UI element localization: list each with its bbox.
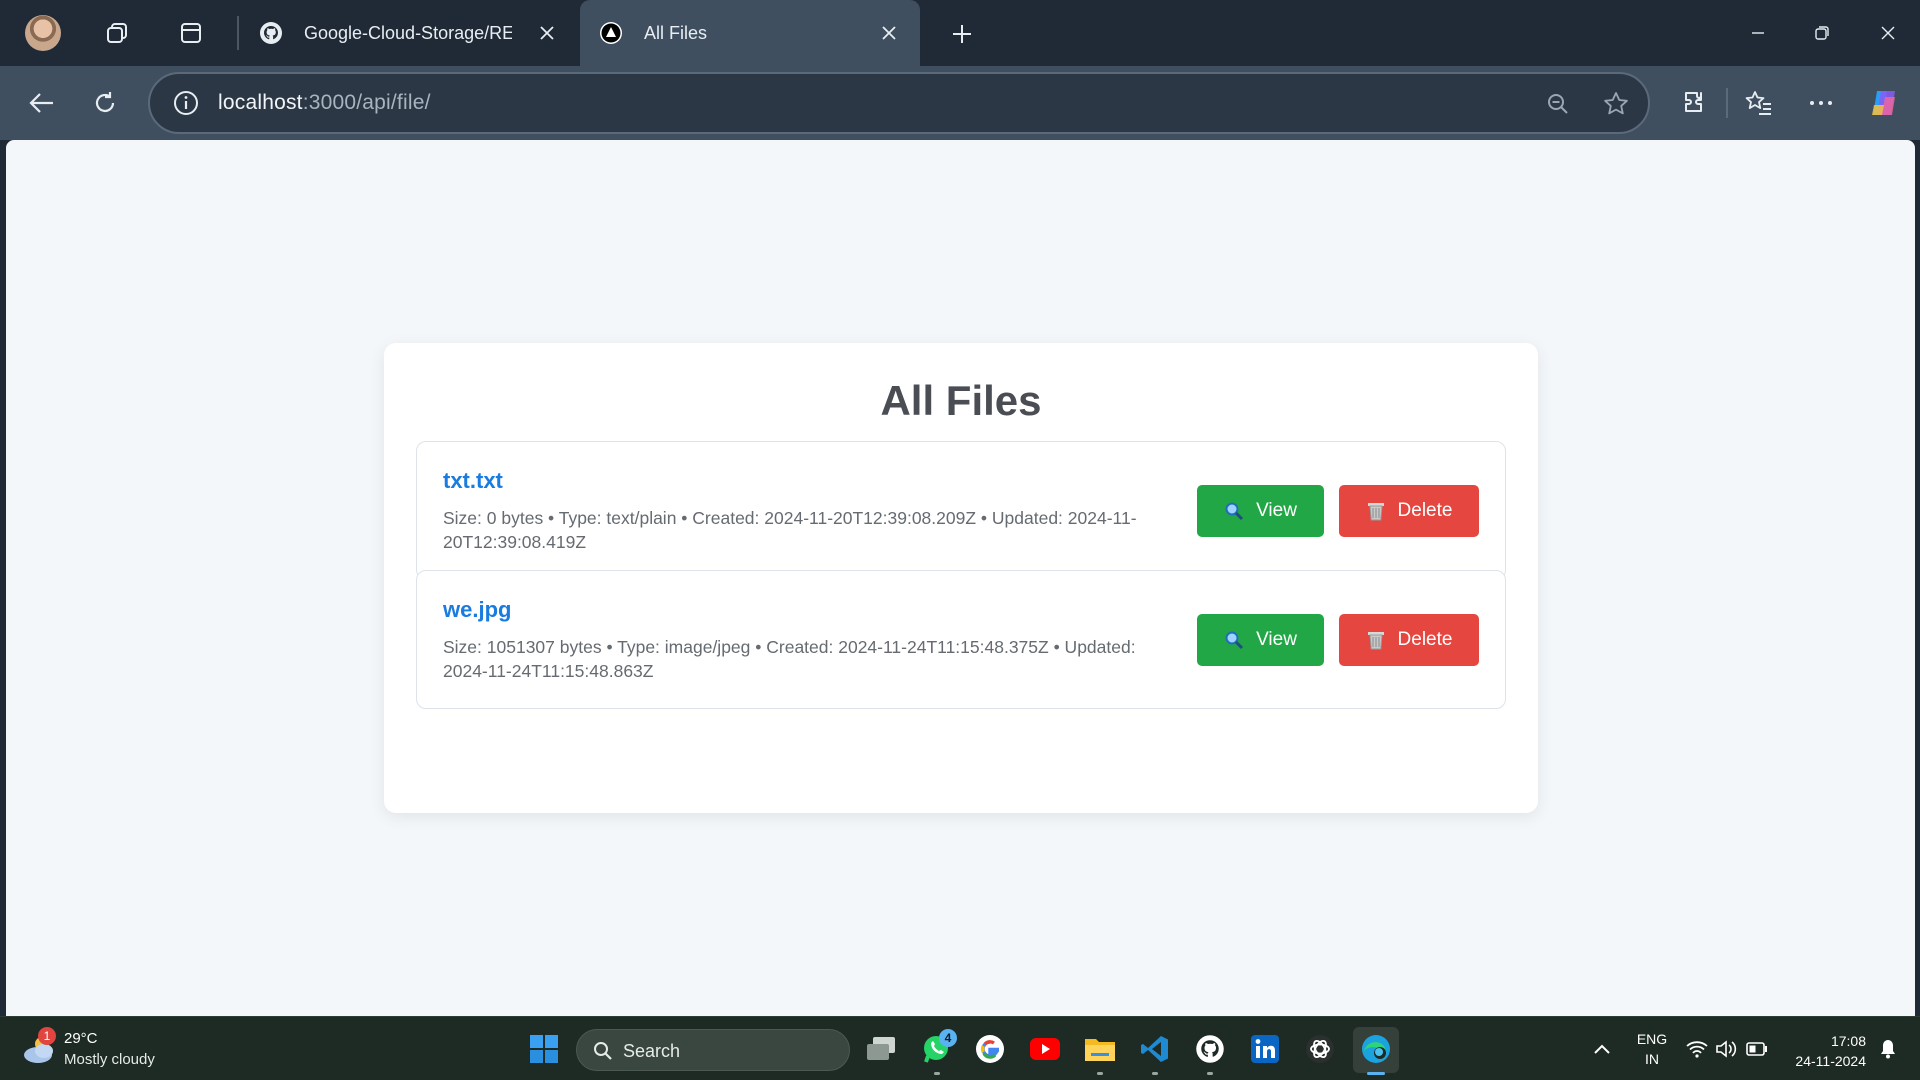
close-tab-icon[interactable] bbox=[536, 22, 558, 44]
wastebasket-icon bbox=[1366, 501, 1386, 521]
file-meta: Size: 0 bytes • Type: text/plain • Creat… bbox=[443, 508, 1137, 552]
tab-all-files[interactable]: All Files bbox=[580, 0, 920, 66]
favorites-icon[interactable] bbox=[1739, 83, 1779, 123]
view-label: View bbox=[1256, 629, 1297, 650]
tab-title: All Files bbox=[644, 22, 708, 43]
magnifier-icon bbox=[1224, 630, 1244, 650]
copilot-icon[interactable] bbox=[1864, 83, 1904, 123]
delete-label: Delete bbox=[1397, 500, 1453, 521]
running-indicator bbox=[1207, 1072, 1213, 1075]
weather-desc: Mostly cloudy bbox=[64, 1051, 155, 1068]
windows-taskbar: 1 29°C Mostly cloudy Search 4 ENG IN 17:… bbox=[0, 1016, 1920, 1080]
tab-separator bbox=[237, 16, 239, 50]
site-info-icon[interactable] bbox=[172, 89, 200, 117]
address-bar[interactable]: localhost:3000/api/file/ bbox=[148, 72, 1650, 134]
browser-title-bar: Google-Cloud-Storage/REA All Files bbox=[0, 0, 1920, 66]
browser-toolbar: localhost:3000/api/file/ bbox=[0, 66, 1920, 140]
toolbar-separator bbox=[1726, 88, 1728, 118]
clock-time: 17:08 bbox=[1830, 1033, 1866, 1049]
github-icon bbox=[258, 20, 284, 46]
delete-label: Delete bbox=[1397, 629, 1453, 650]
google-icon[interactable] bbox=[970, 1029, 1010, 1069]
zoom-icon[interactable] bbox=[1542, 88, 1574, 120]
tab-actions-icon[interactable] bbox=[172, 14, 210, 52]
view-button[interactable]: View bbox=[1197, 614, 1324, 666]
whatsapp-badge: 4 bbox=[939, 1029, 957, 1047]
tab-github-readme[interactable]: Google-Cloud-Storage/REA bbox=[240, 0, 570, 66]
edge-icon[interactable] bbox=[1356, 1029, 1396, 1069]
clock-date: 24-11-2024 bbox=[1795, 1053, 1866, 1069]
workspaces-icon[interactable] bbox=[98, 14, 136, 52]
search-icon bbox=[593, 1041, 613, 1061]
clock[interactable]: 17:08 24-11-2024 bbox=[1795, 1031, 1866, 1071]
running-indicator bbox=[1097, 1072, 1103, 1075]
favorite-star-icon[interactable] bbox=[1600, 88, 1632, 120]
file-row: txt.txt Size: 0 bytes • Type: text/plain… bbox=[416, 441, 1506, 580]
url-path: :3000/api/file/ bbox=[302, 91, 431, 114]
profile-avatar[interactable] bbox=[25, 15, 61, 51]
github-desktop-icon[interactable] bbox=[1190, 1029, 1230, 1069]
magnifier-icon bbox=[1224, 501, 1244, 521]
windows-start-icon[interactable] bbox=[524, 1029, 564, 1069]
search-label: Search bbox=[623, 1041, 681, 1061]
view-label: View bbox=[1256, 500, 1297, 521]
active-app-indicator bbox=[1367, 1072, 1385, 1075]
delete-button[interactable]: Delete bbox=[1339, 485, 1479, 537]
back-icon[interactable] bbox=[22, 83, 62, 123]
chatgpt-icon[interactable] bbox=[1300, 1029, 1340, 1069]
language-line2[interactable]: IN bbox=[1634, 1051, 1670, 1067]
url-text: localhost:3000/api/file/ bbox=[218, 91, 431, 115]
weather-temp: 29°C bbox=[64, 1030, 98, 1047]
tab-title: Google-Cloud-Storage/REA bbox=[304, 22, 512, 43]
file-name-link[interactable]: txt.txt bbox=[443, 468, 503, 494]
files-card: All Files txt.txt Size: 0 bytes • Type: … bbox=[384, 343, 1538, 813]
delete-button[interactable]: Delete bbox=[1339, 614, 1479, 666]
weather-badge: 1 bbox=[38, 1027, 56, 1045]
file-row: we.jpg Size: 1051307 bytes • Type: image… bbox=[416, 570, 1506, 709]
linkedin-icon[interactable] bbox=[1245, 1029, 1285, 1069]
chevron-up-icon[interactable] bbox=[1582, 1029, 1622, 1069]
close-window-icon[interactable] bbox=[1868, 16, 1908, 50]
close-tab-icon[interactable] bbox=[878, 22, 900, 44]
notification-bell-icon[interactable] bbox=[1868, 1029, 1908, 1069]
page-title: All Files bbox=[880, 377, 1042, 424]
reload-icon[interactable] bbox=[85, 83, 125, 123]
nextjs-icon bbox=[598, 20, 624, 46]
task-view-icon[interactable] bbox=[861, 1029, 901, 1069]
running-indicator bbox=[934, 1072, 940, 1075]
more-menu-icon[interactable] bbox=[1801, 83, 1841, 123]
minimize-icon[interactable] bbox=[1738, 16, 1778, 50]
file-name-link[interactable]: we.jpg bbox=[443, 597, 511, 623]
restore-icon[interactable] bbox=[1802, 16, 1842, 50]
battery-icon[interactable] bbox=[1737, 1029, 1777, 1069]
taskbar-search[interactable]: Search bbox=[576, 1029, 850, 1071]
running-indicator bbox=[1152, 1072, 1158, 1075]
page-viewport: All Files txt.txt Size: 0 bytes • Type: … bbox=[6, 140, 1915, 1016]
file-explorer-icon[interactable] bbox=[1080, 1029, 1120, 1069]
view-button[interactable]: View bbox=[1197, 485, 1324, 537]
url-host: localhost bbox=[218, 91, 303, 114]
vscode-icon[interactable] bbox=[1135, 1029, 1175, 1069]
extensions-icon[interactable] bbox=[1675, 83, 1715, 123]
wastebasket-icon bbox=[1366, 630, 1386, 650]
new-tab-button[interactable] bbox=[942, 16, 982, 52]
file-meta: Size: 1051307 bytes • Type: image/jpeg •… bbox=[443, 637, 1136, 681]
youtube-icon[interactable] bbox=[1025, 1029, 1065, 1069]
language-line1[interactable]: ENG bbox=[1634, 1031, 1670, 1047]
